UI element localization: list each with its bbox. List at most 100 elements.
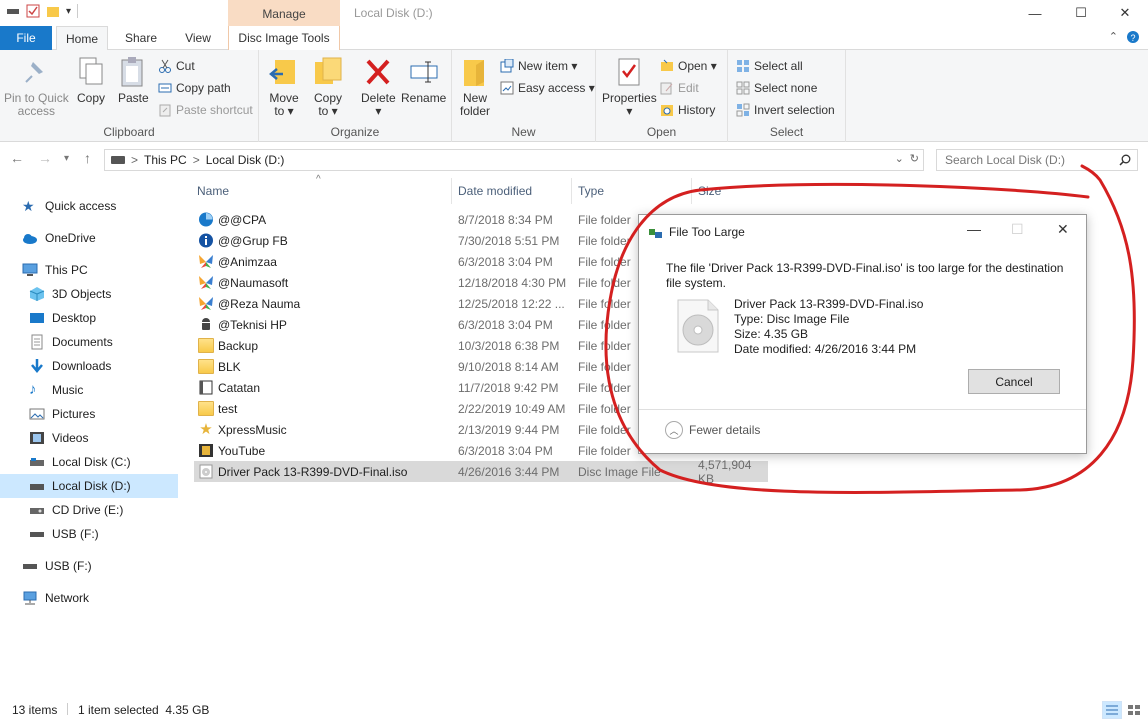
address-dropdown-icon[interactable]: ⌄ [895,152,904,165]
file-name: Catatan [218,380,261,395]
nav-item-onedrive[interactable]: OneDrive [0,226,178,250]
dialog-file-date: Date modified: 4/26/2016 3:44 PM [734,342,917,356]
easy-access-button[interactable]: Easy access ▾ [500,79,595,97]
recent-locations-icon[interactable]: ▾ [64,153,69,164]
open-button[interactable]: Open ▾ [660,57,717,75]
cut-button[interactable]: Cut [158,57,195,75]
nav-label: Downloads [52,359,112,373]
nav-item-3d-objects[interactable]: 3D Objects [0,282,178,306]
dialog-file-size: Size: 4.35 GB [734,327,809,341]
maximize-button[interactable]: ☐ [1058,0,1104,26]
nav-item-cd-drive[interactable]: CD Drive (E:) [0,498,178,522]
history-button[interactable]: History [660,101,715,119]
paste-button[interactable]: Paste [118,56,149,105]
copy-button[interactable]: Copy [76,56,106,105]
column-header-date[interactable]: Date modified [458,184,532,198]
butterfly-icon [199,297,213,310]
cancel-button[interactable]: Cancel [968,369,1060,394]
group-select: Select all Select none Invert selection … [728,50,846,142]
nav-item-videos[interactable]: Videos [0,426,178,450]
manage-context-tab[interactable]: Manage [228,0,340,26]
new-folder-button[interactable]: New folder [460,56,490,118]
minimize-button[interactable]: — [1012,0,1058,26]
nav-item-documents[interactable]: Documents [0,330,178,354]
nav-item-desktop[interactable]: Desktop [0,306,178,330]
dialog-maximize-button[interactable]: ☐ [1011,221,1024,238]
breadcrumb-this-pc[interactable]: This PC [144,153,187,167]
refresh-icon[interactable]: ↻ [910,152,919,165]
move-to-label-2: to ▾ [274,104,294,118]
table-row-selected[interactable]: Driver Pack 13-R399-DVD-Final.iso 4/26/2… [194,458,768,486]
fewer-details-toggle[interactable]: ︿ Fewer details [665,421,760,439]
nav-item-downloads[interactable]: Downloads [0,354,178,378]
back-arrow-icon[interactable]: ← [10,150,24,166]
tab-file[interactable]: File [0,26,52,50]
search-placeholder: Search Local Disk (D:) [945,153,1066,167]
column-header-size[interactable]: Size [698,184,721,198]
rename-button[interactable]: Rename [401,56,446,105]
dialog-file-type: Type: Disc Image File [734,312,850,326]
nav-item-usb-f-root[interactable]: USB (F:) [0,554,178,578]
select-all-button[interactable]: Select all [736,57,803,75]
pin-quick-access-button[interactable]: Pin to Quick access [4,56,69,118]
tab-view[interactable]: View [170,26,226,50]
nav-label: Local Disk (D:) [52,479,131,493]
column-divider[interactable] [451,178,452,204]
file-type: Disc Image File [578,464,661,479]
butterfly-icon [199,276,213,289]
file-type: File folder [578,254,631,269]
tab-disc-image-tools[interactable]: Disc Image Tools [228,26,340,50]
file-type: File folder [578,422,631,437]
details-view-button[interactable] [1102,701,1122,719]
select-none-label: Select none [754,81,818,95]
ribbon-collapse-icon[interactable]: ⌃ [1109,30,1118,44]
new-folder-icon[interactable] [46,4,60,18]
nav-item-music[interactable]: ♪ Music [0,378,178,402]
file-name: @Animzaa [218,254,277,269]
new-item-button[interactable]: New item ▾ [500,57,577,75]
help-icon[interactable]: ? [1126,30,1140,44]
dialog-minimize-button[interactable]: — [967,221,981,237]
dialog-file-name: Driver Pack 13-R399-DVD-Final.iso [734,297,924,311]
column-divider[interactable] [571,178,572,204]
paste-label: Paste [118,91,149,105]
invert-selection-button[interactable]: Invert selection [736,101,835,119]
move-to-button[interactable]: Move to ▾ [269,56,299,118]
nav-item-quick-access[interactable]: ★ Quick access [0,194,178,218]
forward-arrow-icon[interactable]: → [38,150,52,166]
tab-share[interactable]: Share [112,26,170,50]
open-folder-icon [661,59,673,71]
search-input[interactable]: Search Local Disk (D:) [936,149,1138,171]
edit-button[interactable]: Edit [660,79,699,97]
nav-item-local-c[interactable]: Local Disk (C:) [0,450,178,474]
properties-check-icon[interactable] [26,4,40,18]
select-none-button[interactable]: Select none [736,79,817,97]
qat-dropdown-icon[interactable]: ▾ [66,6,71,17]
column-header-name[interactable]: Name [197,184,229,198]
nav-item-local-d[interactable]: Local Disk (D:) [0,474,178,498]
up-arrow-icon[interactable]: ↑ [84,150,91,166]
properties-button[interactable]: Properties ▾ [602,56,657,118]
close-button[interactable]: ✕ [1102,0,1148,26]
large-icons-view-button[interactable] [1124,701,1144,719]
tab-home[interactable]: Home [56,26,108,51]
paste-shortcut-button[interactable]: Paste shortcut [158,101,253,119]
column-divider[interactable] [691,178,692,204]
history-icon [661,105,673,116]
delete-button[interactable]: Delete ▾ [361,56,396,118]
column-header-type[interactable]: Type [578,184,604,198]
breadcrumb-current[interactable]: Local Disk (D:) [206,153,285,167]
copy-path-button[interactable]: Copy path [158,79,231,97]
invert-selection-icon [736,103,750,117]
nav-item-pictures[interactable]: Pictures [0,402,178,426]
nav-label: Network [45,591,90,605]
nav-item-network[interactable]: Network [0,586,178,610]
nav-item-usb-f[interactable]: USB (F:) [0,522,178,546]
group-clipboard: Pin to Quick access Copy Paste Cut Copy … [0,50,259,142]
search-icon[interactable] [1119,154,1131,166]
address-bar[interactable]: > This PC > Local Disk (D:) ⌄ ↻ [104,149,924,171]
star-icon: ★ [22,198,35,214]
nav-item-this-pc[interactable]: This PC [0,258,178,282]
copy-to-button[interactable]: Copy to ▾ [313,56,343,118]
dialog-close-button[interactable]: ✕ [1057,221,1069,238]
